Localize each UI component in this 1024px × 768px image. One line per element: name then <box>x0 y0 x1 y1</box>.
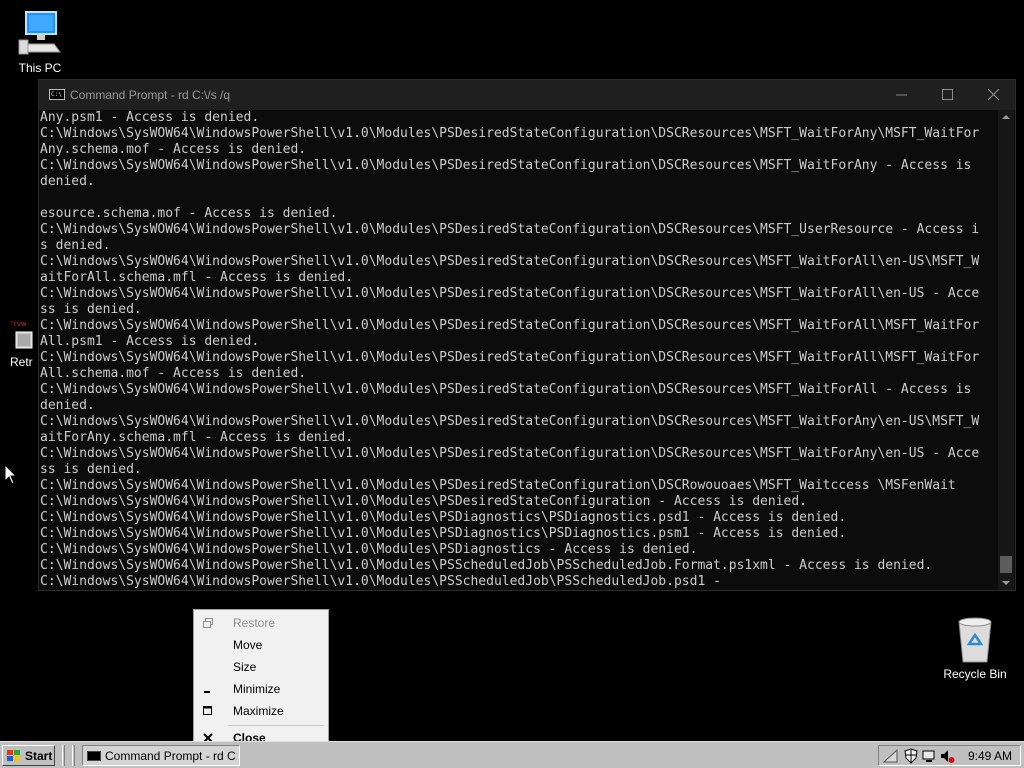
console-line: aitForAny.schema.mfl - Access is denied. <box>40 430 354 445</box>
mouse-pointer-icon <box>4 464 18 485</box>
menu-item-move[interactable]: Move <box>196 634 326 656</box>
maximize-icon <box>203 706 212 715</box>
taskbar-item-command-prompt[interactable]: Command Prompt - rd C:\... <box>82 745 240 766</box>
console-line: C:\Windows\SysWOW64\WindowsPowerShell\v1… <box>40 414 980 429</box>
menu-item-label: Move <box>233 638 263 652</box>
network-tray-icon[interactable] <box>883 748 899 764</box>
computer-icon <box>18 11 61 55</box>
console-line: esource.schema.mof - Access is denied. <box>40 206 338 221</box>
console-line: C:\Windows\SysWOW64\WindowsPowerShell\v1… <box>40 446 980 461</box>
console-line: C:\Windows\SysWOW64\WindowsPowerShell\v1… <box>40 286 980 301</box>
taskbar-item-label: Command Prompt - rd C:\... <box>105 749 237 763</box>
console-line: C:\Windows\SysWOW64\WindowsPowerShell\v1… <box>40 318 980 333</box>
minimize-icon <box>204 691 210 693</box>
console-line: All.schema.mof - Access is denied. <box>40 366 307 381</box>
taskbar-clock[interactable]: 9:49 AM <box>968 749 1012 763</box>
console-line: C:\Windows\SysWOW64\WindowsPowerShell\v1… <box>40 222 980 237</box>
console-line: C:\Windows\SysWOW64\WindowsPowerShell\v1… <box>40 542 698 557</box>
monitor-tray-icon[interactable] <box>921 748 937 764</box>
restore-icon <box>203 618 213 628</box>
this-pc-desktop-icon[interactable]: This PC <box>0 10 80 75</box>
console-output[interactable]: Any.psm1 - Access is denied. C:\Windows\S… <box>40 110 998 590</box>
menu-item-minimize[interactable]: Minimize <box>196 678 326 700</box>
console-line: C:\Windows\SysWOW64\WindowsPowerShell\v1… <box>40 574 721 589</box>
console-titlebar[interactable]: C:\ Command Prompt - rd C:\/s /q <box>39 80 1015 110</box>
windows-logo-icon <box>7 750 20 761</box>
console-line: denied. <box>40 398 95 413</box>
console-line: s denied. <box>40 238 111 253</box>
console-line: C:\Windows\SysWOW64\WindowsPowerShell\v1… <box>40 526 847 541</box>
window-title: Command Prompt - rd C:\/s /q <box>70 88 231 102</box>
console-line: C:\Windows\SysWOW64\WindowsPowerShell\v1… <box>40 254 980 269</box>
this-pc-label: This PC <box>18 61 62 75</box>
console-line: C:\Windows\SysWOW64\WindowsPowerShell\v1… <box>40 382 972 397</box>
cmd-app-icon <box>87 751 101 761</box>
console-line: Any.psm1 - Access is denied. <box>40 110 260 125</box>
scroll-down-arrow-icon[interactable] <box>998 576 1014 590</box>
console-line: C:\Windows\SysWOW64\WindowsPowerShell\v1… <box>40 510 847 525</box>
menu-item-maximize[interactable]: Maximize <box>196 700 326 722</box>
menu-item-size[interactable]: Size <box>196 656 326 678</box>
recycle-bin-label: Recycle Bin <box>943 667 1007 681</box>
console-line: C:\Windows\SysWOW64\WindowsPowerShell\v1… <box>40 478 956 493</box>
maximize-icon <box>942 89 953 100</box>
svg-text:''rvw: ''rvw <box>10 320 27 328</box>
maximize-button[interactable] <box>925 80 971 110</box>
cmd-app-icon[interactable]: C:\ <box>49 89 65 100</box>
minimize-icon <box>896 94 907 96</box>
console-line: Any.schema.mof - Access is denied. <box>40 142 307 157</box>
menu-item-label: Minimize <box>233 682 281 696</box>
retro-app-icon: ''rvw <box>10 320 33 349</box>
taskbar: Start Command Prompt - rd C:\... 9:49 AM <box>0 741 1024 768</box>
minimize-button[interactable] <box>879 80 925 110</box>
window-system-menu[interactable]: Restore Move Size Minimize Maximize Clos… <box>193 609 329 751</box>
taskbar-grip[interactable] <box>62 745 65 766</box>
system-tray: 9:49 AM <box>878 745 1021 766</box>
menu-item-label: Restore <box>233 616 276 630</box>
console-line: C:\Windows\SysWOW64\WindowsPowerShell\v1… <box>40 350 980 365</box>
start-label: Start <box>25 749 53 763</box>
command-prompt-window[interactable]: C:\ Command Prompt - rd C:\/s /q Any.psm… <box>38 79 1016 591</box>
recycle-bin-desktop-icon[interactable]: Recycle Bin <box>935 614 1015 681</box>
shield-icon[interactable] <box>903 748 919 764</box>
console-line: denied. <box>40 174 95 189</box>
console-line: ss is denied. <box>40 302 142 317</box>
menu-item-label: Maximize <box>233 704 284 718</box>
console-line: C:\Windows\SysWOW64\WindowsPowerShell\v1… <box>40 126 980 141</box>
menu-item-label: Size <box>233 660 257 674</box>
volume-icon[interactable] <box>939 748 955 764</box>
console-line: C:\Windows\SysWOW64\WindowsPowerShell\v1… <box>40 494 808 509</box>
start-button[interactable]: Start <box>2 745 55 766</box>
taskbar-grip[interactable] <box>72 745 75 766</box>
console-line: C:\Windows\SysWOW64\WindowsPowerShell\v1… <box>40 158 972 173</box>
recycle-bin-icon <box>958 617 992 663</box>
console-line: ss is denied. <box>40 462 142 477</box>
scroll-up-arrow-icon[interactable] <box>998 110 1014 124</box>
menu-item-restore[interactable]: Restore <box>196 612 326 634</box>
console-line: All.psm1 - Access is denied. <box>40 334 260 349</box>
close-icon <box>988 89 1000 101</box>
console-line: aitForAll.schema.mfl - Access is denied. <box>40 270 354 285</box>
scroll-thumb[interactable] <box>1000 556 1012 573</box>
close-button[interactable] <box>971 80 1017 110</box>
console-line: C:\Windows\SysWOW64\WindowsPowerShell\v1… <box>40 558 933 573</box>
menu-separator <box>228 725 324 726</box>
vertical-scrollbar[interactable] <box>998 110 1014 590</box>
